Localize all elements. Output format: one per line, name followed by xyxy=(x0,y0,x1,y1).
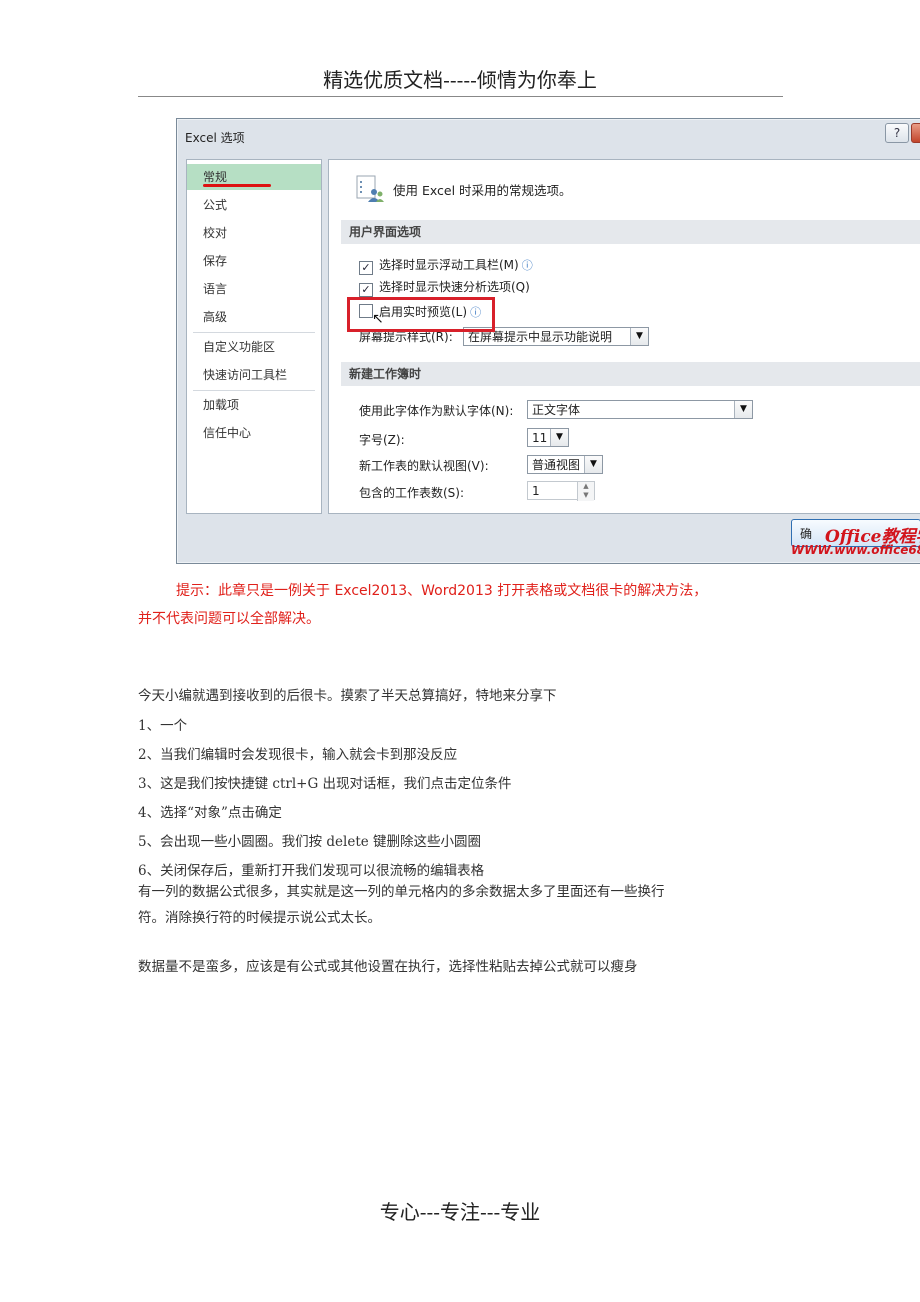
checkbox-checked[interactable]: ✓ xyxy=(359,283,373,297)
note-line-2: 并不代表问题可以全部解决。 xyxy=(138,611,320,627)
dropdown-value: 普通视图 xyxy=(532,458,581,472)
red-highlight-box xyxy=(347,297,495,332)
dropdown-value: 正文字体 xyxy=(532,403,581,417)
nav-item-addins[interactable]: 加载项 xyxy=(187,392,321,418)
chevron-down-icon[interactable]: ▼ xyxy=(550,429,568,446)
section-ui-options: 用户界面选项 xyxy=(341,220,920,244)
close-button[interactable] xyxy=(911,123,920,143)
nav-item-proofing[interactable]: 校对 xyxy=(187,220,321,246)
step-item: 5、会出现一些小圆圈。我们按 delete 键删除这些小圆圈 xyxy=(138,834,482,850)
checkbox-checked[interactable]: ✓ xyxy=(359,261,373,275)
dropdown-value: 在屏幕提示中显示功能说明 xyxy=(468,330,613,344)
step-item: 3、这是我们按快捷键 ctrl+G 出现对话框，我们点击定位条件 xyxy=(138,776,512,792)
nav-item-advanced[interactable]: 高级 xyxy=(187,304,321,330)
spinner-value: 1 xyxy=(532,484,540,498)
excel-options-dialog: Excel 选项 ? 常规 公式 校对 保存 语言 高级 自定义功能区 快速访问… xyxy=(176,118,920,564)
spinner-arrows-icon[interactable]: ▲ ▼ xyxy=(577,482,594,501)
dropdown-value: 11 xyxy=(532,431,548,445)
nav-separator xyxy=(193,332,315,333)
page-footer: 专心---专注---专业 xyxy=(379,1200,541,1224)
nav-item-customize-ribbon[interactable]: 自定义功能区 xyxy=(187,334,321,360)
step-item: 6、关闭保存后，重新打开我们发现可以很流畅的编辑表格 xyxy=(138,863,485,879)
info-icon: ⓘ xyxy=(521,259,533,272)
options-people-icon xyxy=(356,175,384,202)
option-label: 选择时显示快速分析选项(Q) xyxy=(379,280,530,294)
nav-item-quick-access[interactable]: 快速访问工具栏 xyxy=(187,362,321,388)
section-new-workbook: 新建工作簿时 xyxy=(341,362,920,386)
help-button[interactable]: ? xyxy=(885,123,909,143)
font-size-label: 字号(Z): xyxy=(359,433,405,447)
default-font-label: 使用此字体作为默认字体(N): xyxy=(359,404,514,418)
default-view-label: 新工作表的默认视图(V): xyxy=(359,459,489,473)
watermark-url: WWW.www.office68 xyxy=(791,543,920,557)
nav-item-formulas[interactable]: 公式 xyxy=(187,192,321,218)
nav-separator xyxy=(193,390,315,391)
default-font-dropdown[interactable]: 正文字体 ▼ xyxy=(527,400,753,419)
step-item: 1、一个 xyxy=(138,718,188,734)
dialog-title: Excel 选项 xyxy=(185,131,245,145)
header-rule xyxy=(138,96,783,97)
step-item: 4、选择“对象”点击确定 xyxy=(138,805,282,821)
nav-item-trust-center[interactable]: 信任中心 xyxy=(187,420,321,446)
page-header: 精选优质文档-----倾情为你奉上 xyxy=(323,68,597,92)
sheet-count-spinner[interactable]: 1 ▲ ▼ xyxy=(527,481,595,501)
body-intro: 今天小编就遇到接收到的后很卡。摸索了半天总算搞好，特地来分享下 xyxy=(138,688,557,704)
chevron-down-icon[interactable]: ▼ xyxy=(584,456,602,473)
intro-text: 使用 Excel 时采用的常规选项。 xyxy=(393,183,572,198)
option-label: 选择时显示浮动工具栏(M) xyxy=(379,258,519,272)
body-paragraph-line: 有一列的数据公式很多，其实就是这一列的单元格内的多余数据太多了里面还有一些换行 xyxy=(138,884,665,900)
general-options-panel: 使用 Excel 时采用的常规选项。 用户界面选项 ✓ 选择时显示浮动工具栏(M)… xyxy=(328,159,920,514)
option-mini-toolbar[interactable]: ✓ 选择时显示浮动工具栏(M) ⓘ xyxy=(359,256,533,275)
options-nav: 常规 公式 校对 保存 语言 高级 自定义功能区 快速访问工具栏 加载项 信任中… xyxy=(186,159,322,514)
sheet-count-label: 包含的工作表数(S): xyxy=(359,486,465,500)
chevron-down-icon[interactable]: ▼ xyxy=(734,401,752,418)
red-underline-annotation xyxy=(203,184,271,187)
chevron-down-icon[interactable]: ▼ xyxy=(630,328,648,345)
nav-item-language[interactable]: 语言 xyxy=(187,276,321,302)
font-size-dropdown[interactable]: 11 ▼ xyxy=(527,428,569,447)
mouse-cursor-icon: ↖ xyxy=(372,311,384,327)
step-item: 2、当我们编辑时会发现很卡，输入就会卡到那没反应 xyxy=(138,747,458,763)
option-quick-analysis[interactable]: ✓ 选择时显示快速分析选项(Q) xyxy=(359,278,530,297)
body-paragraph: 数据量不是蛮多，应该是有公式或其他设置在执行，选择性粘贴去掉公式就可以瘦身 xyxy=(138,959,638,975)
nav-item-save[interactable]: 保存 xyxy=(187,248,321,274)
body-paragraph-line: 符。消除换行符的时候提示说公式太长。 xyxy=(138,910,381,926)
note-line-1: 提示：此章只是一例关于 Excel2013、Word2013 打开表格或文档很卡… xyxy=(176,583,708,599)
default-view-dropdown[interactable]: 普通视图 ▼ xyxy=(527,455,603,474)
